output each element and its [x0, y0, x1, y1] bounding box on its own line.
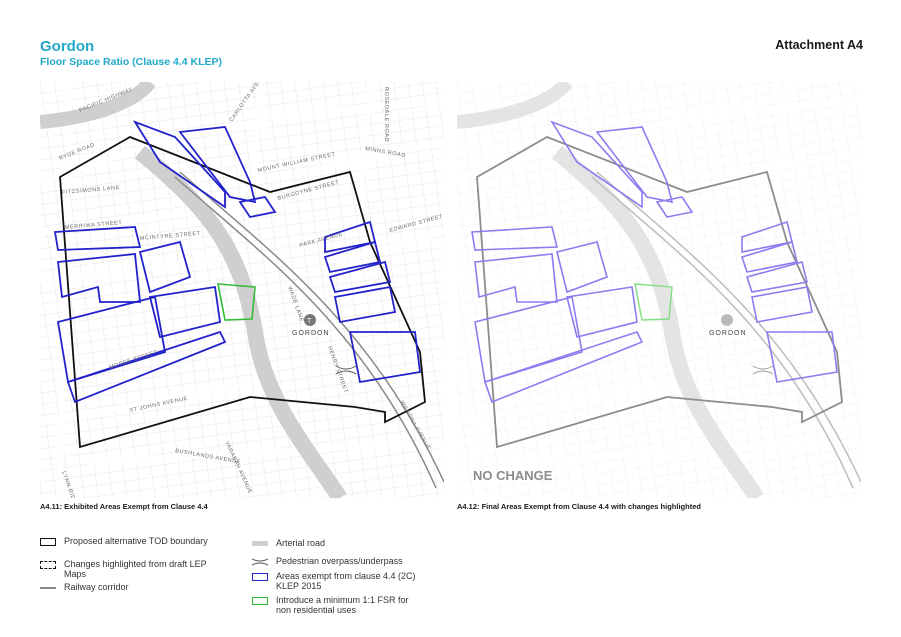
station-icon-glyph: T [307, 318, 312, 325]
legend-label-changes: Changes highlighted from draft LEP Maps [64, 559, 207, 579]
station-icon [721, 314, 733, 326]
page-subtitle: Floor Space Ratio (Clause 4.4 KLEP) [40, 56, 223, 68]
street-label-rosedale: ROSEDALE ROAD [383, 87, 389, 142]
legend-label-exempt: Areas exempt from clause 4.4 (2C) KLEP 2… [276, 571, 416, 591]
legend-symbol-min-fsr [252, 597, 268, 605]
map-exhibited[interactable]: T GORDON PACIFIC HIGHWAY RYDE ROAD CARLO… [40, 82, 444, 498]
legend-label-railway: Railway corridor [64, 582, 129, 592]
legend-label-min-fsr: Introduce a minimum 1:1 FSR for non resi… [276, 595, 409, 615]
page-title: Gordon [40, 38, 95, 55]
legend-symbol-boundary [40, 538, 56, 546]
caption-left: A4.11: Exhibited Areas Exempt from Claus… [40, 502, 208, 511]
caption-right: A4.12: Final Areas Exempt from Clause 4.… [457, 502, 701, 511]
station-label: GORDON [709, 330, 747, 337]
legend-symbol-changes [40, 561, 56, 569]
attachment-label: Attachment A4 [775, 38, 863, 52]
map-final[interactable]: GORDON NO CHANGE [457, 82, 861, 498]
pedestrian-overpass-icon [252, 558, 268, 566]
no-change-overlay: NO CHANGE [473, 468, 553, 483]
legend-label-arterial: Arterial road [276, 538, 326, 548]
legend-label-pedestrian: Pedestrian overpass/underpass [276, 556, 403, 566]
legend-symbol-railway [40, 587, 56, 589]
legend-label-boundary: Proposed alternative TOD boundary [64, 536, 208, 546]
station-label: GORDON [292, 330, 330, 337]
legend: Proposed alternative TOD boundary Change… [40, 536, 460, 626]
legend-symbol-exempt [252, 573, 268, 581]
legend-symbol-arterial [252, 541, 268, 546]
